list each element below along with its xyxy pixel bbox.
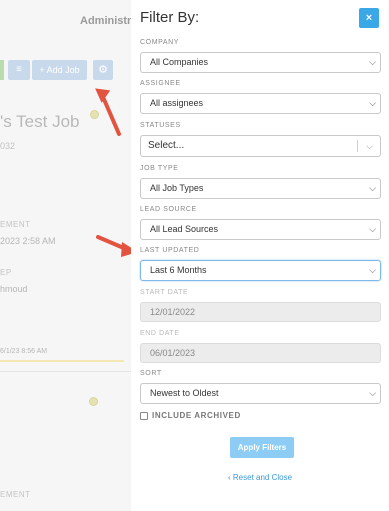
company-select[interactable]: All Companies ⌵ [140,52,381,73]
last-updated-value: Last 6 Months [150,265,207,275]
add-job-button[interactable]: + Add Job [32,60,87,80]
statuses-filter: STATUSES Select... ⌵ [140,122,381,157]
chevron-down-icon: ⌵ [369,98,376,108]
assignee-select[interactable]: All assignees ⌵ [140,93,381,114]
panel-title: Filter By: [140,9,200,26]
statuses-select[interactable]: Select... ⌵ [140,135,381,157]
status-dot-icon [89,397,98,406]
start-date-field: 12/01/2022 [140,302,381,322]
end-date-field: 06/01/2023 [140,343,381,363]
statuses-label: STATUSES [140,122,181,129]
assignee-label: ASSIGNEE [140,80,181,87]
sort-select[interactable]: Newest to Oldest ⌵ [140,383,381,404]
start-date-filter: START DATE 12/01/2022 [140,289,381,322]
chevron-down-icon: ⌵ [369,265,376,275]
chevron-down-icon: ⌵ [369,388,376,398]
job-title: 's Test Job [0,112,80,131]
job-field-label: EP [0,268,12,277]
company-filter: COMPANY All Companies ⌵ [140,39,381,73]
apply-filters-button[interactable]: Apply Filters [230,437,294,458]
reset-and-close-link[interactable]: ‹ Reset and Close [228,473,292,482]
admin-nav-text: Administrat [80,15,131,27]
include-archived-row: INCLUDE ARCHIVED [140,411,241,420]
lead-source-select[interactable]: All Lead Sources ⌵ [140,219,381,240]
sort-label: SORT [140,370,162,377]
filter-panel: Filter By: × COMPANY All Companies ⌵ ASS… [131,0,389,511]
chevron-down-icon: ⌵ [369,183,376,193]
sort-value: Newest to Oldest [150,388,219,398]
lead-source-label: LEAD SOURCE [140,206,197,213]
job-field-label: EMENT [0,490,31,499]
job-timestamp: 6/1/23 8:56 AM [0,348,48,355]
green-action-button[interactable] [0,60,4,80]
job-number: 032 [0,141,16,151]
annotation-arrow-icon [95,88,121,136]
statuses-placeholder: Select... [148,140,185,151]
last-updated-select[interactable]: Last 6 Months ⌵ [140,260,381,281]
job-type-value: All Job Types [150,183,204,193]
job-field-label: EMENT [0,220,31,229]
job-field-value: hmoud [0,284,28,294]
assignee-value: All assignees [150,98,204,108]
assignee-filter: ASSIGNEE All assignees ⌵ [140,80,381,114]
job-type-label: JOB TYPE [140,165,179,172]
include-archived-checkbox[interactable] [140,411,148,420]
close-button[interactable]: × [359,8,379,28]
filter-button[interactable]: ⚙ [93,60,113,80]
progress-line [0,360,124,362]
last-updated-label: LAST UPDATED [140,247,200,254]
close-icon: × [365,12,373,24]
include-archived-label[interactable]: INCLUDE ARCHIVED [152,411,241,420]
job-field-value: 2023 2:58 AM [0,236,56,246]
company-label: COMPANY [140,39,180,46]
last-updated-filter: LAST UPDATED Last 6 Months ⌵ [140,247,381,281]
chevron-down-icon: ⌵ [366,141,373,151]
sort-filter: SORT Newest to Oldest ⌵ [140,370,381,404]
chevron-down-icon: ⌵ [369,224,376,234]
section-divider [0,371,131,372]
lead-source-filter: LEAD SOURCE All Lead Sources ⌵ [140,206,381,240]
select-separator [357,140,358,152]
chevron-down-icon: ⌵ [369,57,376,67]
company-value: All Companies [150,57,209,67]
lead-source-value: All Lead Sources [150,224,219,234]
job-type-select[interactable]: All Job Types ⌵ [140,178,381,199]
end-date-filter: END DATE 06/01/2023 [140,330,381,363]
end-date-label: END DATE [140,330,180,337]
list-icon-button[interactable]: ≡ [8,60,30,80]
start-date-label: START DATE [140,289,189,296]
job-type-filter: JOB TYPE All Job Types ⌵ [140,165,381,199]
